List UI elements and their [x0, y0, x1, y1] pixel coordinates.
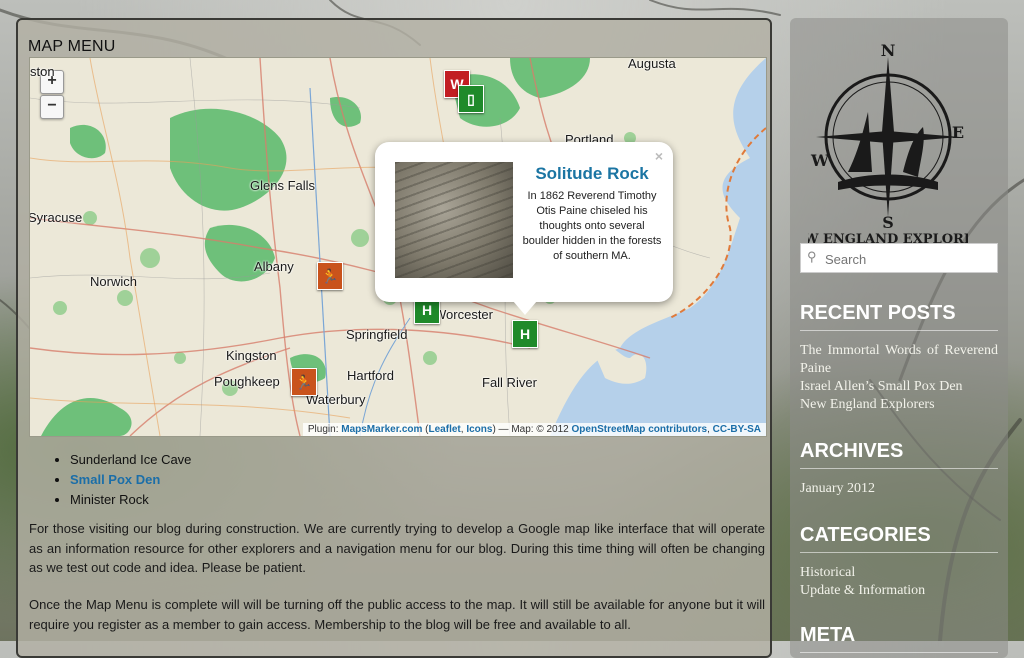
map-marker-orange[interactable]: 🏃: [291, 368, 317, 396]
small-pox-den-link[interactable]: Small Pox Den: [70, 472, 160, 487]
attribution-text: ) — Map: © 2012: [492, 424, 572, 435]
categories-title: CATEGORIES: [800, 524, 998, 553]
popup-photo: [395, 162, 513, 278]
recent-posts-list: The Immortal Words of Reverend Paine Isr…: [800, 342, 998, 414]
city-label: Worcester: [434, 307, 493, 322]
leaflet-link[interactable]: Leaflet: [429, 424, 461, 435]
compass-east-label: E: [952, 123, 964, 142]
recent-posts-title: RECENT POSTS: [800, 302, 998, 331]
search-input[interactable]: [823, 244, 997, 274]
intro-paragraph: For those visiting our blog during const…: [29, 521, 765, 575]
city-label: Albany: [254, 259, 294, 274]
osm-link[interactable]: OpenStreetMap contributors: [572, 424, 708, 435]
compass-south-label: S: [882, 213, 894, 232]
map-marker-green[interactable]: H: [512, 320, 538, 348]
archive-link[interactable]: January 2012: [800, 480, 998, 498]
map-marker-orange[interactable]: 🏃: [317, 262, 343, 290]
recent-post-link[interactable]: The Immortal Words of Reverend Paine: [800, 342, 998, 378]
location-list: Sunderland Ice Cave Small Pox Den Minist…: [48, 450, 191, 510]
popup-description: In 1862 Reverend Timothy Otis Paine chis…: [522, 190, 662, 262]
sidebar: N S E W NEW ENGLAND EXPLORERS ⚲ RECENT P…: [790, 18, 1008, 658]
compass-north-label: N: [881, 42, 896, 60]
attribution-text: Plugin:: [307, 424, 342, 435]
meta-title: META: [800, 624, 998, 653]
city-label: Augusta: [628, 57, 676, 71]
map-popup: Solitude Rock In 1862 Reverend Timothy O…: [375, 142, 673, 315]
archives-title: ARCHIVES: [800, 440, 998, 469]
map-view[interactable]: + − ston Augusta Portland Glens Falls Sy…: [29, 57, 767, 437]
mapsmarker-link[interactable]: MapsMarker.com: [341, 424, 422, 435]
city-label: ston: [30, 64, 55, 79]
icons-link[interactable]: Icons: [466, 424, 492, 435]
compass-west-label: W: [810, 151, 830, 170]
list-item: Sunderland Ice Cave: [70, 450, 191, 470]
city-label: Glens Falls: [250, 178, 316, 193]
search-box: ⚲: [800, 243, 998, 274]
license-link[interactable]: CC-BY-SA: [713, 424, 761, 435]
categories-list: Historical Update & Information: [800, 564, 998, 600]
recent-post-link[interactable]: Israel Allen’s Small Pox Den: [800, 378, 998, 396]
city-label: Springfield: [346, 327, 408, 342]
map-attribution: Plugin: MapsMarker.com (Leaflet, Icons) …: [302, 423, 766, 436]
category-link[interactable]: Update & Information: [800, 582, 998, 600]
page-title: MAP MENU: [28, 38, 116, 55]
list-item: Minister Rock: [70, 490, 191, 510]
city-label: Syracuse: [29, 210, 83, 225]
archives-list: January 2012: [800, 480, 998, 498]
popup-close-icon[interactable]: ×: [655, 148, 663, 164]
city-label: Hartford: [347, 368, 394, 383]
compass-logo: N S E W NEW ENGLAND EXPLORERS: [808, 42, 968, 247]
zoom-out-button[interactable]: −: [40, 95, 64, 119]
city-label: Poughkeep: [214, 374, 280, 389]
list-item: Small Pox Den: [70, 470, 191, 490]
main-content: MAP MENU + − ston Augusta Portland Glens…: [16, 18, 772, 658]
membership-paragraph: Once the Map Menu is complete will will …: [29, 597, 765, 632]
category-link[interactable]: Historical: [800, 564, 998, 582]
popup-title[interactable]: Solitude Rock: [520, 164, 664, 184]
recent-post-link[interactable]: New England Explorers: [800, 396, 998, 414]
search-icon: ⚲: [807, 249, 817, 264]
city-label: Norwich: [90, 274, 137, 289]
map-marker-green[interactable]: ▯: [458, 85, 484, 113]
city-label: Kingston: [226, 348, 277, 363]
city-label: Fall River: [482, 375, 537, 390]
